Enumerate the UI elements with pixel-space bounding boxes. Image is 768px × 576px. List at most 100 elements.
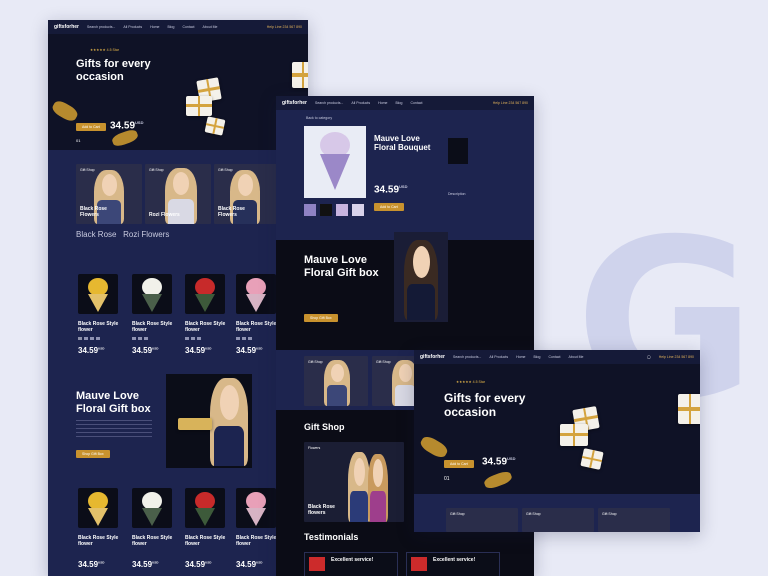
- add-to-cart-button[interactable]: Add to Cart: [374, 203, 404, 211]
- top-nav: giftsforher Search products... All Produ…: [276, 96, 534, 110]
- product-main-image: [304, 126, 366, 198]
- slide-indicator: 01: [444, 476, 450, 482]
- nav-all-products[interactable]: All Products: [489, 355, 508, 359]
- search-input[interactable]: Search products...: [453, 355, 481, 359]
- search-input[interactable]: Search products...: [315, 101, 343, 105]
- promo-title: Mauve Love Floral Gift box: [304, 254, 379, 279]
- product-price: 34.59USD: [236, 346, 263, 355]
- description-label: Description: [448, 192, 466, 196]
- nav-all-products[interactable]: All Products: [351, 101, 370, 105]
- category-tag: Gift Shop: [218, 168, 233, 172]
- thumbnail[interactable]: [304, 204, 316, 216]
- logo[interactable]: giftsforher: [54, 24, 79, 30]
- hero-price: 34.59USD: [110, 120, 144, 132]
- nav-blog[interactable]: Blog: [533, 355, 540, 359]
- product-name: Black Rose Style flower: [132, 535, 173, 547]
- category-tag: Gift Shop: [149, 168, 164, 172]
- nav-home[interactable]: Home: [150, 25, 159, 29]
- testimonial-card: Excellent service!: [304, 552, 398, 576]
- hero-title-line2: occasion: [76, 70, 124, 83]
- slide-indicator: 01: [76, 138, 81, 143]
- top-nav: giftsforher Search products... All Produ…: [48, 20, 308, 34]
- search-input[interactable]: Search products...: [87, 25, 115, 29]
- promo-text: [76, 420, 152, 440]
- help-line: Help Line 234 567 890: [266, 25, 302, 29]
- product-card[interactable]: Black Rose Style flower 34.59USD: [185, 274, 231, 360]
- nav-blog[interactable]: Blog: [395, 101, 402, 105]
- category-title: Black Rose Flowers: [80, 206, 107, 218]
- logo[interactable]: giftsforher: [282, 100, 307, 106]
- category-card[interactable]: Gift Shop: [304, 356, 368, 406]
- gift-box-image: [560, 424, 588, 446]
- product-title: Mauve Love Floral Bouquet: [374, 134, 431, 153]
- promo-dark: Mauve Love Floral Gift box Shop Gift Box: [276, 232, 534, 350]
- category-card[interactable]: Gift Shop Black Rose Flowers: [76, 164, 142, 224]
- thumbnail[interactable]: [352, 204, 364, 216]
- product-detail: Back to category Mauve Love Floral Bouqu…: [276, 110, 534, 240]
- help-line: Help Line 234 567 890: [492, 101, 528, 105]
- product-price: 34.59USD: [185, 346, 212, 355]
- hero-title-line1: Gifts for every: [76, 58, 151, 70]
- back-link[interactable]: Back to category: [306, 116, 332, 120]
- hero-add-to-cart-button[interactable]: Add to Cart: [76, 123, 106, 131]
- product-name: Black Rose Style flower: [185, 321, 226, 333]
- category-tag: Gift Shop: [80, 168, 95, 172]
- product-name: Black Rose Style flower: [78, 535, 119, 547]
- categories-strip: Gift Shop Gift Shop Gift Shop: [414, 494, 700, 532]
- nav-contact[interactable]: Contact: [548, 355, 560, 359]
- product-card[interactable]: Black Rose Style flower 34.59USD: [78, 488, 124, 574]
- category-card[interactable]: Gift Shop Black Rose Flowers: [214, 164, 280, 224]
- nav-home[interactable]: Home: [378, 101, 387, 105]
- gift-box-image: [292, 62, 308, 88]
- promo-button[interactable]: Shop Gift Box: [304, 314, 338, 322]
- promo-image: [166, 374, 252, 468]
- product-price: 34.59USD: [78, 560, 105, 569]
- nav-about[interactable]: About Me: [203, 25, 218, 29]
- nav-all-products[interactable]: All Products: [123, 25, 142, 29]
- user-icon[interactable]: ◯: [647, 355, 651, 359]
- category-title: Rozi Flowers: [149, 211, 180, 218]
- hero: ★★★★★ 4.5 Star Gifts for every occasion …: [414, 364, 700, 494]
- nav-home[interactable]: Home: [516, 355, 525, 359]
- testimonials-title: Testimonials: [304, 532, 359, 542]
- nav-about[interactable]: About Me: [569, 355, 584, 359]
- promo-image: [394, 232, 448, 322]
- nav-blog[interactable]: Blog: [167, 25, 174, 29]
- hero-rating: ★★★★★ 4.5 Star: [90, 48, 119, 52]
- category-heading: Black Rose Rozi Flowers: [76, 230, 170, 239]
- product-name: Black Rose Style flower: [78, 321, 119, 333]
- nav-contact[interactable]: Contact: [182, 25, 194, 29]
- thumbnail[interactable]: [336, 204, 348, 216]
- thumbnail[interactable]: [320, 204, 332, 216]
- promo-button[interactable]: Shop Gift Box: [76, 450, 110, 458]
- product-price: 34.59USD: [185, 560, 212, 569]
- gift-shop-card[interactable]: Flowers Black Rose flowers: [304, 442, 404, 522]
- category-card[interactable]: Gift Shop Rozi Flowers: [145, 164, 211, 224]
- nav-contact[interactable]: Contact: [410, 101, 422, 105]
- screen-left-homepage: giftsforher Search products... All Produ…: [48, 20, 308, 576]
- category-title: Black Rose Flowers: [218, 206, 245, 218]
- product-price: 34.59USD: [132, 346, 159, 355]
- category-card[interactable]: Gift Shop: [446, 508, 518, 532]
- top-nav: giftsforher Search products... All Produ…: [414, 350, 700, 364]
- ribbon-decoration: [50, 98, 80, 124]
- category-card[interactable]: Gift Shop: [598, 508, 670, 532]
- help-line: Help Line 234 567 890: [658, 355, 694, 359]
- product-name: Black Rose Style flower: [185, 535, 226, 547]
- ribbon-decoration: [482, 469, 514, 491]
- category-card[interactable]: Gift Shop: [522, 508, 594, 532]
- gift-box-image: [580, 448, 604, 470]
- product-card[interactable]: Black Rose Style flower 34.59USD: [132, 274, 178, 360]
- hero: ★★★★★ 4.5 Star Gifts for every occasion …: [48, 34, 308, 150]
- gift-box-image: [204, 116, 226, 136]
- hero-title: Gifts for every occasion: [76, 58, 151, 83]
- gift-box-image: [186, 96, 212, 116]
- product-price: 34.59USD: [374, 184, 408, 196]
- side-bouquet-image: [448, 138, 468, 164]
- logo[interactable]: giftsforher: [420, 354, 445, 360]
- product-card[interactable]: Black Rose Style flower 34.59USD: [78, 274, 124, 360]
- product-card[interactable]: Black Rose Style flower 34.59USD: [132, 488, 178, 574]
- gift-box-image: [678, 394, 700, 424]
- product-card[interactable]: Black Rose Style flower 34.59USD: [185, 488, 231, 574]
- hero-add-to-cart-button[interactable]: Add to Cart: [444, 460, 474, 468]
